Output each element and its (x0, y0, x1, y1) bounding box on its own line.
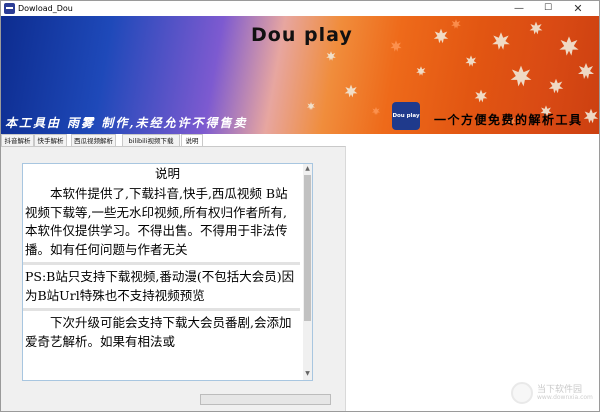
banner-title: Dou play (251, 24, 353, 46)
app-window: Dowload_Dou — ☐ ✕ Dou play 本工具由 雨雾 制作,未经… (0, 0, 600, 412)
divider (23, 262, 300, 265)
app-icon (4, 3, 15, 14)
scroll-down-arrow-icon[interactable]: ▼ (304, 370, 311, 378)
watermark-logo-icon (511, 382, 533, 404)
instructions-heading: 说明 (154, 166, 180, 181)
watermark-url: www.downxia.com (537, 394, 593, 401)
tab-xigua[interactable]: 西瓜视频解析 (71, 134, 116, 146)
instructions-paragraph: 下次升级可能会支持下载大会员番剧,会添加爱奇艺解析。如果有相法或 (25, 315, 292, 349)
tab-kuaishou[interactable]: 快手解析 (34, 134, 67, 146)
tagline: 一个方便免费的解析工具 (434, 113, 583, 127)
divider (23, 308, 300, 311)
scrollbar-thumb[interactable] (304, 175, 311, 321)
instructions-textbox[interactable]: 说明 本软件提供了,下载抖音,快手,西瓜视频 B站视频下载等,一些无水印视频,所… (22, 163, 313, 381)
close-button[interactable]: ✕ (564, 1, 592, 16)
tab-douyin[interactable]: 抖音解析 (1, 134, 34, 146)
maximize-button[interactable]: ☐ (534, 1, 562, 16)
window-title: Dowload_Dou (18, 4, 73, 13)
watermark: 当下软件园 www.downxia.com (509, 381, 597, 409)
instructions-paragraph: 本软件提供了,下载抖音,快手,西瓜视频 B站视频下载等,一些无水印视频,所有权归… (25, 186, 288, 257)
scroll-up-arrow-icon[interactable]: ▲ (304, 165, 311, 173)
tab-bilibili[interactable]: bilibili视频下载 (122, 134, 180, 146)
minimize-button[interactable]: — (505, 1, 533, 16)
author-notice: 本工具由 雨雾 制作,未经允许不得售卖 (5, 116, 248, 130)
progress-bar (200, 394, 331, 405)
app-logo: Dou play (392, 102, 420, 130)
vertical-scrollbar[interactable]: ▲ ▼ (303, 164, 312, 380)
title-bar: Dowload_Dou — ☐ ✕ (1, 1, 599, 16)
header-banner: Dou play 本工具由 雨雾 制作,未经允许不得售卖 Dou play 一个… (1, 16, 599, 134)
tab-content-panel: 说明 本软件提供了,下载抖音,快手,西瓜视频 B站视频下载等,一些无水印视频,所… (1, 146, 346, 411)
instructions-paragraph: PS:B站只支持下载视频,番动漫(不包括大会员)因为B站Url特殊也不支持视频预… (25, 269, 295, 303)
